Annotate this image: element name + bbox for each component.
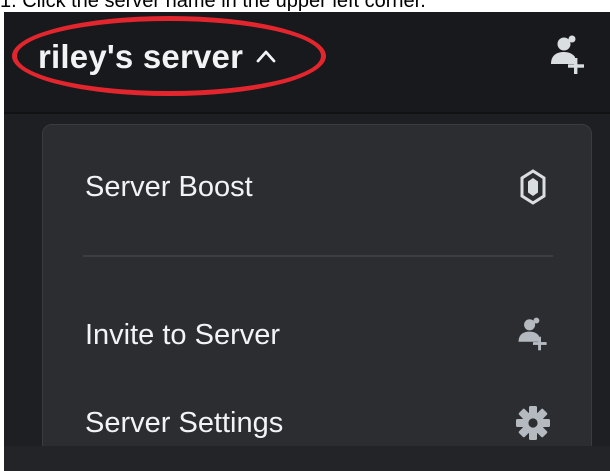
menu-item-label: Server Boost [85, 170, 253, 203]
gear-icon [515, 403, 551, 443]
chevron-up-icon [255, 46, 277, 68]
menu-item-label: Invite to Server [85, 318, 281, 351]
menu-divider [83, 255, 553, 257]
server-dropdown-menu: Server Boost Invite to Server Server Set… [42, 124, 592, 471]
menu-item-invite-to-server[interactable]: Invite to Server [63, 301, 573, 369]
screenshot-frame: 1. Click the server name in the upper le… [0, 0, 610, 471]
add-member-icon [551, 35, 584, 74]
boost-gem-icon [515, 167, 551, 207]
bottom-strip [4, 446, 610, 471]
menu-item-server-boost[interactable]: Server Boost [63, 153, 573, 221]
server-name: riley's server [38, 38, 244, 75]
discord-app: riley's server Server Boost Invite to Se… [4, 12, 610, 471]
server-name-button[interactable]: riley's server [38, 34, 277, 80]
server-header: riley's server [4, 12, 610, 114]
add-member-icon [515, 315, 551, 355]
menu-item-label: Server Settings [85, 406, 284, 439]
instruction-caption: 1. Click the server name in the upper le… [0, 0, 426, 12]
header-invite-button[interactable] [548, 34, 588, 78]
